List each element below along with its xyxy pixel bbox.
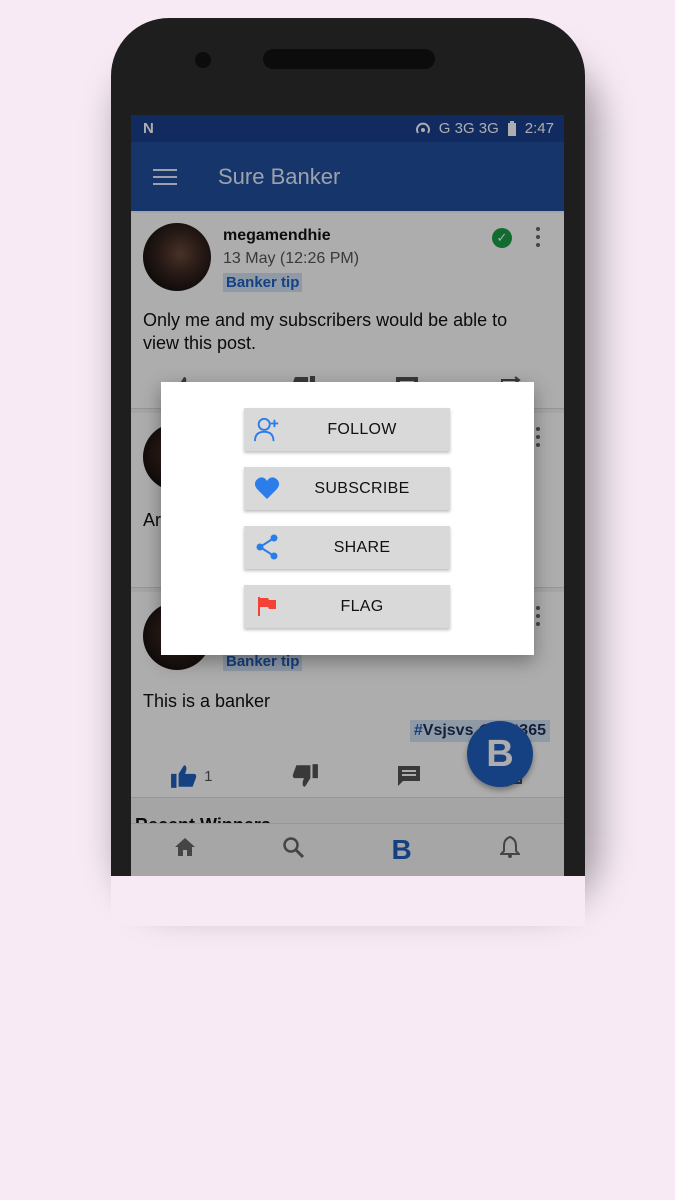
flag-icon <box>254 593 280 619</box>
share-icon <box>254 534 280 560</box>
subscribe-button[interactable]: SUBSCRIBE <box>244 467 450 510</box>
front-camera <box>195 52 211 68</box>
earpiece-speaker <box>263 49 435 69</box>
flag-button[interactable]: FLAG <box>244 585 450 628</box>
background-cut <box>111 876 585 926</box>
share-button[interactable]: SHARE <box>244 526 450 569</box>
app-screen: N G 3G 3G 2:47 Sure Banker megamendhie 1… <box>131 115 564 876</box>
user-actions-dialog: FOLLOW SUBSCRIBE SHARE FLAG <box>161 382 534 655</box>
follow-button[interactable]: FOLLOW <box>244 408 450 451</box>
add-person-icon <box>254 416 280 442</box>
heart-icon <box>254 475 280 501</box>
